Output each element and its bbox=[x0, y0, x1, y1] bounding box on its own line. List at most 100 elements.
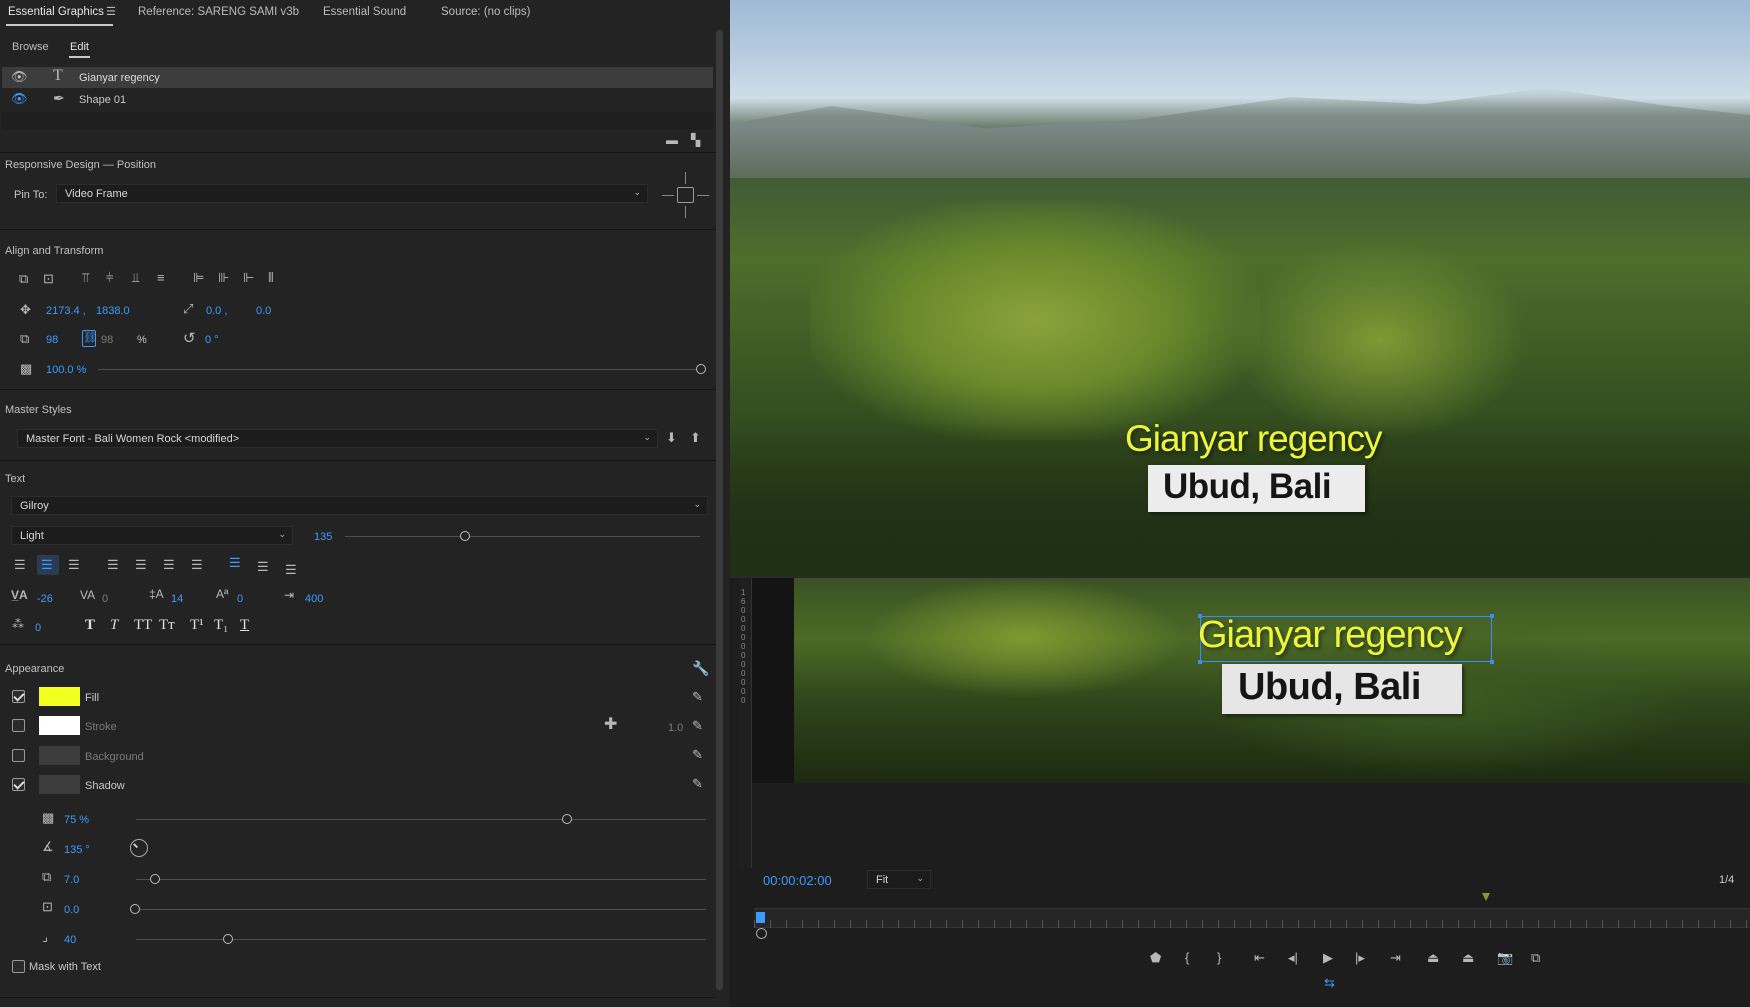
justify-center-icon[interactable]: ☰ bbox=[135, 558, 147, 571]
scroll-handle[interactable] bbox=[756, 928, 767, 939]
opacity-slider[interactable] bbox=[98, 369, 700, 370]
align-to-video-icon[interactable]: ⧉ bbox=[19, 272, 28, 285]
shadow-angle-value[interactable]: 135 ° bbox=[64, 844, 90, 856]
shadow-size-slider[interactable] bbox=[136, 909, 706, 910]
step-back-icon[interactable]: ◂| bbox=[1288, 951, 1298, 964]
pin-to-dropdown[interactable]: Video Frame ⌄ bbox=[56, 184, 648, 203]
marker-icon[interactable] bbox=[1482, 893, 1490, 901]
subtab-edit[interactable]: Edit bbox=[70, 41, 89, 53]
tab-essential-graphics[interactable]: Essential Graphics bbox=[8, 6, 104, 18]
anchor-x[interactable]: 0.0 , bbox=[206, 305, 227, 317]
lift-icon[interactable]: ⏏ bbox=[1427, 951, 1439, 964]
align-to-selection-icon[interactable]: ⊡ bbox=[43, 272, 54, 285]
small-caps-icon[interactable]: Tт bbox=[159, 617, 175, 634]
align-top-icon[interactable]: ⫪ bbox=[82, 271, 89, 284]
wrench-icon[interactable]: 🔧 bbox=[692, 661, 709, 675]
layer-row-selected[interactable]: 👁 T Gianyar regency bbox=[2, 67, 713, 88]
scale-lock-icon[interactable]: ⛓ bbox=[82, 330, 97, 347]
stroke-checkbox[interactable] bbox=[12, 719, 25, 732]
stroke-color-swatch[interactable] bbox=[39, 716, 80, 735]
stroke-eyedropper-icon[interactable]: ✎ bbox=[692, 719, 703, 732]
align-text-right-icon[interactable]: ☰ bbox=[68, 558, 80, 571]
scale-value[interactable]: 98 bbox=[46, 334, 58, 346]
shadow-blur-knob[interactable] bbox=[223, 934, 233, 944]
mark-in-icon[interactable]: { bbox=[1185, 951, 1189, 964]
align-right-icon[interactable]: ⊩ bbox=[243, 271, 254, 284]
subscript-icon[interactable]: T₁ bbox=[214, 617, 228, 634]
layer-row[interactable]: 👁 ✒ Shape 01 bbox=[2, 89, 713, 110]
eye-hidden-icon[interactable]: 👁 bbox=[11, 92, 28, 105]
fill-color-swatch[interactable] bbox=[39, 687, 80, 706]
leading-value[interactable]: 14 bbox=[171, 593, 183, 605]
add-stroke-icon[interactable]: ✚ bbox=[604, 717, 617, 733]
position-y[interactable]: 1838.0 bbox=[96, 305, 130, 317]
mini-timeline[interactable] bbox=[754, 908, 1750, 928]
shadow-angle-dial[interactable] bbox=[130, 839, 148, 857]
timecode[interactable]: 00:00:02:00 bbox=[763, 873, 832, 888]
tab-source[interactable]: Source: (no clips) bbox=[441, 6, 530, 18]
shadow-checkbox[interactable] bbox=[12, 778, 25, 791]
export-frame-icon[interactable]: 📷 bbox=[1497, 951, 1513, 964]
push-down-icon[interactable]: ⬇ bbox=[666, 431, 677, 444]
fill-eyedropper-icon[interactable]: ✎ bbox=[692, 690, 703, 703]
background-checkbox[interactable] bbox=[12, 749, 25, 762]
eye-icon[interactable]: 👁 bbox=[11, 70, 28, 83]
zoom-dropdown[interactable]: Fit ⌄ bbox=[867, 870, 931, 889]
shadow-eyedropper-icon[interactable]: ✎ bbox=[692, 777, 703, 790]
tracking-value[interactable]: 0 bbox=[102, 593, 108, 605]
kerning-value[interactable]: -26 bbox=[37, 593, 53, 605]
button-editor-icon[interactable]: ⇆ bbox=[1324, 976, 1335, 989]
background-eyedropper-icon[interactable]: ✎ bbox=[692, 748, 703, 761]
shadow-distance-knob[interactable] bbox=[150, 874, 160, 884]
mark-out-icon[interactable]: } bbox=[1217, 951, 1221, 964]
shadow-blur-value[interactable]: 40 bbox=[64, 934, 76, 946]
program-monitor[interactable]: Gianyar regency Ubud, Bali bbox=[730, 0, 1750, 576]
font-size-value[interactable]: 135 bbox=[314, 531, 332, 543]
go-to-out-icon[interactable]: ⇥ bbox=[1390, 951, 1401, 964]
panel-menu-icon[interactable]: ☰ bbox=[106, 7, 116, 18]
tab-reference[interactable]: Reference: SARENG SAMI v3b bbox=[138, 6, 299, 18]
align-top-text-icon[interactable]: ☰ bbox=[229, 556, 241, 569]
align-hcenter-icon[interactable]: ⊪ bbox=[218, 271, 229, 284]
add-marker-icon[interactable]: ⬟ bbox=[1150, 951, 1161, 964]
align-bottom-text-icon[interactable]: ☰ bbox=[285, 563, 297, 576]
shadow-size-value[interactable]: 0.0 bbox=[64, 904, 79, 916]
justify-all-icon[interactable]: ☰ bbox=[191, 558, 203, 571]
go-to-in-icon[interactable]: ⇤ bbox=[1254, 951, 1265, 964]
font-weight-dropdown[interactable]: Light ⌄ bbox=[11, 526, 293, 545]
align-left-icon[interactable]: ⊫ bbox=[193, 271, 204, 284]
opacity-value[interactable]: 100.0 % bbox=[46, 364, 86, 376]
justify-left-icon[interactable]: ☰ bbox=[107, 558, 119, 571]
anchor-y[interactable]: 0.0 bbox=[256, 305, 271, 317]
comparison-view-icon[interactable]: ⧉ bbox=[1531, 951, 1540, 964]
tab-essential-sound[interactable]: Essential Sound bbox=[323, 6, 406, 18]
shadow-opacity-value[interactable]: 75 % bbox=[64, 814, 89, 826]
faux-italic-icon[interactable]: T bbox=[110, 617, 118, 634]
align-center-text-icon[interactable]: ☰ bbox=[257, 560, 269, 573]
underline-icon[interactable]: T bbox=[240, 617, 249, 634]
distribute-horizontal-icon[interactable]: ⦀ bbox=[268, 271, 274, 284]
new-group-icon[interactable]: ▬ bbox=[666, 134, 678, 146]
align-bottom-icon[interactable]: ⫫ bbox=[132, 271, 139, 284]
tab-width-value[interactable]: 400 bbox=[305, 593, 323, 605]
extract-icon[interactable]: ⏏ bbox=[1462, 951, 1474, 964]
fill-checkbox[interactable] bbox=[12, 690, 25, 703]
stroke-width-value[interactable]: 1.0 bbox=[668, 722, 683, 734]
tsume-value[interactable]: 0 bbox=[35, 622, 41, 634]
justify-right-icon[interactable]: ☰ bbox=[163, 558, 175, 571]
align-text-left-icon[interactable]: ☰ bbox=[14, 558, 26, 571]
layer-name[interactable]: Shape 01 bbox=[79, 94, 126, 106]
background-color-swatch[interactable] bbox=[39, 746, 80, 765]
panel-scrollbar[interactable] bbox=[716, 30, 723, 990]
align-vcenter-icon[interactable]: ⫩ bbox=[106, 271, 113, 284]
shadow-opacity-knob[interactable] bbox=[562, 814, 572, 824]
shadow-distance-slider[interactable] bbox=[136, 879, 706, 880]
baseline-value[interactable]: 0 bbox=[237, 593, 243, 605]
shadow-size-knob[interactable] bbox=[130, 904, 140, 914]
font-dropdown[interactable]: Gilroy ⌄ bbox=[11, 496, 708, 515]
shadow-opacity-slider[interactable] bbox=[136, 819, 706, 820]
position-x[interactable]: 2173.4 , bbox=[46, 305, 86, 317]
play-icon[interactable]: ▶ bbox=[1323, 951, 1333, 964]
shadow-blur-slider[interactable] bbox=[136, 939, 706, 940]
step-forward-icon[interactable]: |▸ bbox=[1355, 951, 1365, 964]
